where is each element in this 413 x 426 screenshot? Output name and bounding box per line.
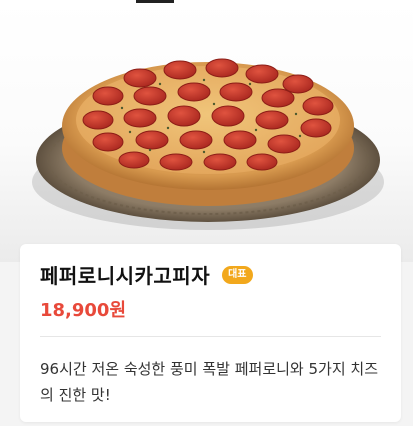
representative-badge: 대표 (222, 265, 253, 284)
product-name: 페퍼로니시카고피자 (40, 264, 211, 288)
pizza-image (32, 58, 384, 230)
product-description: 96시간 저온 숙성한 풍미 폭발 페퍼로니와 5가지 치즈의 진한 맛! (40, 360, 379, 404)
product-image-area (0, 0, 413, 262)
divider (40, 336, 381, 337)
product-price: 18,900원 (40, 300, 127, 321)
page-indicator (136, 0, 174, 3)
product-card: 페퍼로니시카고피자 대표 18,900원 96시간 저온 숙성한 풍미 폭발 페… (20, 244, 401, 422)
title-row: 페퍼로니시카고피자 대표 (40, 260, 253, 289)
